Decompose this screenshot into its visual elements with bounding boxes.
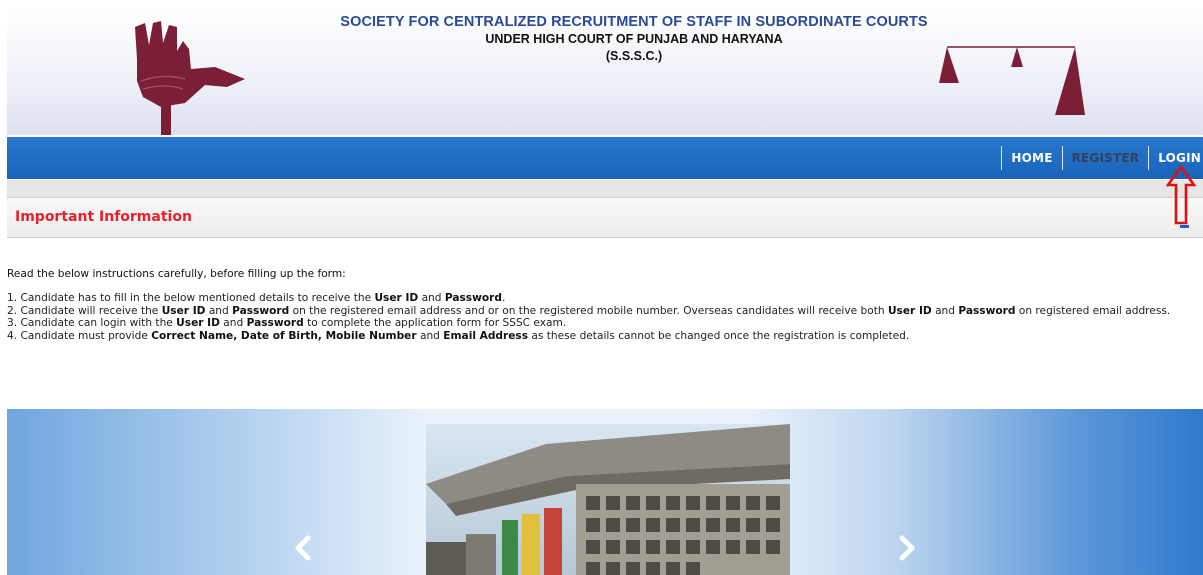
nav-divider [1061,146,1063,170]
nav-home-link[interactable]: HOME [1002,151,1061,165]
scales-of-justice-emblem-icon [939,46,1085,115]
nav-divider [1001,146,1003,170]
instruction-item: 2. Candidate will receive the User ID an… [7,304,1171,317]
site-header: SOCIETY FOR CENTRALIZED RECRUITMENT OF S… [7,7,1203,135]
instruction-item: 3. Candidate can login with the User ID … [7,317,567,330]
main-navbar: HOME REGISTER LOGIN [7,137,1203,179]
instructions-list: 1. Candidate has to fill in the below me… [7,292,1197,342]
chevron-left-icon[interactable] [293,535,313,561]
high-court-building-image [426,424,790,575]
instruction-item: 4. Candidate must provide Correct Name, … [7,329,910,342]
important-info-title: Important Information [15,209,192,225]
red-arrow-up-icon [1166,165,1196,225]
nav-divider [1148,146,1150,170]
header-divider-strip [7,180,1203,197]
nav-login-link[interactable]: LOGIN [1149,151,1203,165]
header-title: SOCIETY FOR CENTRALIZED RECRUITMENT OF S… [340,14,928,30]
instruction-item: 1. Candidate has to fill in the below me… [7,292,506,304]
chevron-right-icon[interactable] [897,535,917,561]
instructions-section: Read the below instructions carefully, b… [7,268,1197,342]
important-info-header: Important Information [7,197,1203,238]
nav-register-link[interactable]: REGISTER [1063,151,1149,165]
instructions-intro: Read the below instructions carefully, b… [7,268,346,280]
image-carousel [7,409,1203,575]
